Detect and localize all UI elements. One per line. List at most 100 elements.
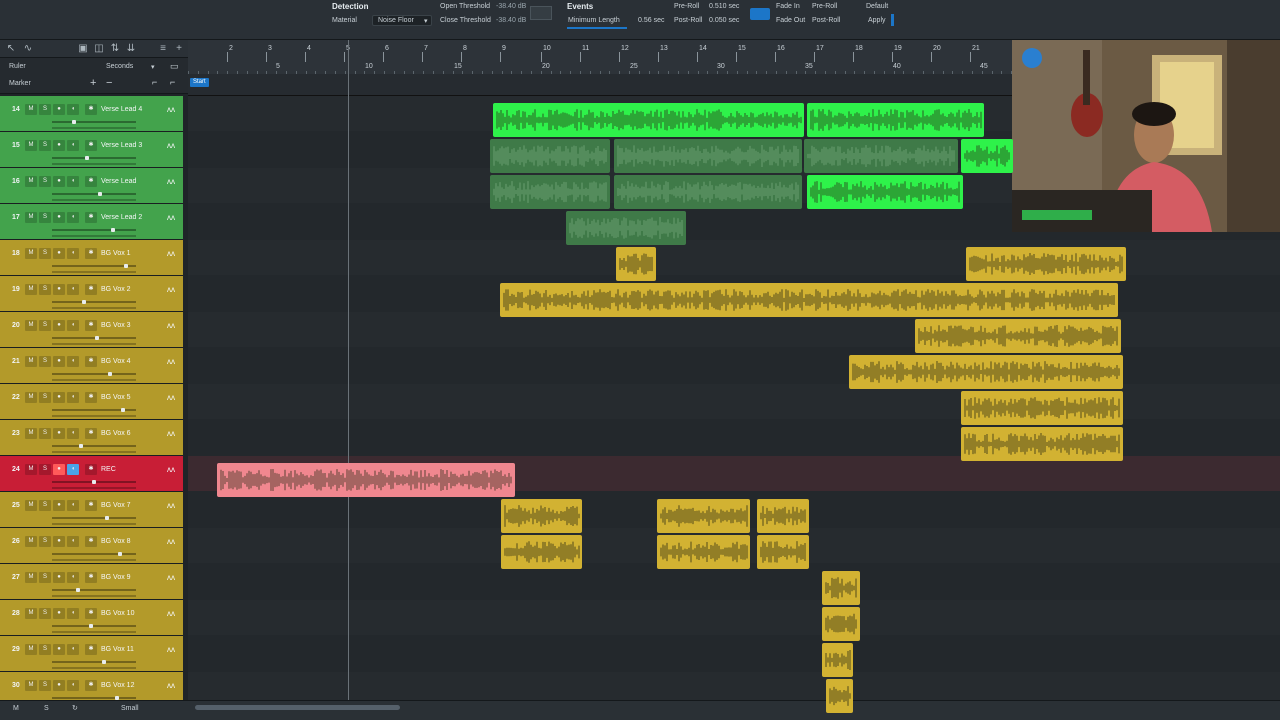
track-lane[interactable]: [188, 672, 1280, 700]
record-arm-button[interactable]: ●: [53, 536, 65, 547]
solo-button[interactable]: S: [39, 248, 51, 259]
audio-clip[interactable]: [500, 283, 1118, 317]
track-name[interactable]: Verse Lead 4: [101, 106, 142, 113]
volume-knob[interactable]: [111, 228, 115, 232]
audio-clip[interactable]: [616, 247, 656, 281]
mute-button[interactable]: M: [25, 248, 37, 259]
volume-slider[interactable]: [52, 588, 136, 592]
close-threshold-value[interactable]: -38.40 dB: [496, 17, 526, 24]
menu-icon[interactable]: ≡: [157, 43, 169, 55]
track-lane[interactable]: [188, 564, 1280, 600]
start-marker[interactable]: Start: [190, 78, 209, 87]
solo-button[interactable]: S: [39, 392, 51, 403]
link-rolls-button[interactable]: [750, 8, 770, 20]
track-header[interactable]: 28 M S ● ◖ ✱ BG Vox 10 ʌʌ: [0, 600, 183, 636]
waveform-icon[interactable]: ʌʌ: [167, 357, 175, 366]
monitor-button[interactable]: ◖: [67, 536, 79, 547]
monitor-button[interactable]: ◖: [67, 428, 79, 439]
audio-clip[interactable]: [657, 535, 750, 569]
open-threshold-value[interactable]: -38.40 dB: [496, 3, 526, 10]
audio-clip[interactable]: [614, 139, 802, 173]
track-name[interactable]: BG Vox 9: [101, 574, 131, 581]
volume-slider[interactable]: [52, 120, 136, 124]
apply-button[interactable]: Apply: [868, 17, 886, 24]
volume-knob[interactable]: [121, 408, 125, 412]
volume-knob[interactable]: [89, 624, 93, 628]
solo-button[interactable]: S: [39, 536, 51, 547]
audio-clip[interactable]: [807, 103, 984, 137]
track-header[interactable]: 23 M S ● ◖ ✱ BG Vox 6 ʌʌ: [0, 420, 183, 456]
track-name[interactable]: Verse Lead 3: [101, 142, 142, 149]
track-name[interactable]: BG Vox 4: [101, 358, 131, 365]
automation-icon[interactable]: ✱: [85, 500, 97, 511]
solo-button[interactable]: S: [39, 500, 51, 511]
track-name[interactable]: BG Vox 2: [101, 286, 131, 293]
audio-clip[interactable]: [961, 139, 1013, 173]
audio-clip[interactable]: [493, 103, 804, 137]
monitor-button[interactable]: ◖: [67, 500, 79, 511]
pencil-tool-icon[interactable]: ∿: [22, 43, 34, 55]
add-track-icon[interactable]: +: [173, 43, 185, 55]
solo-button[interactable]: S: [39, 356, 51, 367]
automation-icon[interactable]: ✱: [85, 356, 97, 367]
preroll-value[interactable]: 0.510 sec: [709, 3, 739, 10]
fade-out-value[interactable]: Post-Roll: [812, 17, 840, 24]
volume-knob[interactable]: [108, 372, 112, 376]
min-length-value[interactable]: 0.56 sec: [638, 17, 664, 24]
volume-knob[interactable]: [79, 444, 83, 448]
pan-slider[interactable]: [52, 667, 136, 669]
record-arm-button[interactable]: ●: [53, 572, 65, 583]
automation-icon[interactable]: ✱: [85, 464, 97, 475]
monitor-button[interactable]: ◖: [67, 608, 79, 619]
waveform-icon[interactable]: ʌʌ: [167, 465, 175, 474]
solo-button[interactable]: S: [39, 284, 51, 295]
track-header[interactable]: 22 M S ● ◖ ✱ BG Vox 5 ʌʌ: [0, 384, 183, 420]
automation-icon[interactable]: ✱: [85, 284, 97, 295]
volume-knob[interactable]: [102, 660, 106, 664]
audio-clip[interactable]: [807, 175, 963, 209]
waveform-icon[interactable]: ʌʌ: [167, 393, 175, 402]
record-arm-button[interactable]: ●: [53, 464, 65, 475]
volume-knob[interactable]: [95, 336, 99, 340]
track-header[interactable]: 20 M S ● ◖ ✱ BG Vox 3 ʌʌ: [0, 312, 183, 348]
mute-button[interactable]: M: [25, 212, 37, 223]
track-header[interactable]: 27 M S ● ◖ ✱ BG Vox 9 ʌʌ: [0, 564, 183, 600]
automation-icon[interactable]: ✱: [85, 176, 97, 187]
track-header[interactable]: 24 M S ● ◖ ✱ REC ʌʌ: [0, 456, 183, 492]
track-name[interactable]: BG Vox 6: [101, 430, 131, 437]
audio-clip[interactable]: [822, 571, 860, 605]
record-arm-button[interactable]: ●: [53, 140, 65, 151]
track-lane[interactable]: [188, 600, 1280, 636]
automation-icon[interactable]: ✱: [85, 680, 97, 691]
track-header[interactable]: 15 M S ● ◖ ✱ Verse Lead 3 ʌʌ: [0, 132, 183, 168]
monitor-button[interactable]: ◖: [67, 104, 79, 115]
mute-button[interactable]: M: [25, 680, 37, 691]
volume-knob[interactable]: [118, 552, 122, 556]
record-arm-button[interactable]: ●: [53, 284, 65, 295]
audio-clip[interactable]: [490, 139, 610, 173]
monitor-button[interactable]: ◖: [67, 572, 79, 583]
automation-icon[interactable]: ✱: [85, 428, 97, 439]
mute-button[interactable]: M: [25, 500, 37, 511]
record-arm-button[interactable]: ●: [53, 356, 65, 367]
mute-button[interactable]: M: [25, 284, 37, 295]
expand-icon[interactable]: ⇅: [109, 43, 121, 55]
threshold-link-icon[interactable]: [530, 6, 552, 20]
track-header[interactable]: 30 M S ● ◖ ✱ BG Vox 12 ʌʌ: [0, 672, 183, 700]
track-height-select[interactable]: Small: [121, 705, 139, 712]
audio-clip[interactable]: [804, 139, 958, 173]
automation-icon[interactable]: ✱: [85, 644, 97, 655]
track-header[interactable]: 18 M S ● ◖ ✱ BG Vox 1 ʌʌ: [0, 240, 183, 276]
waveform-icon[interactable]: ʌʌ: [167, 681, 175, 690]
volume-slider[interactable]: [52, 192, 136, 196]
track-name[interactable]: BG Vox 1: [101, 250, 131, 257]
mute-button[interactable]: M: [25, 176, 37, 187]
track-lane[interactable]: [188, 636, 1280, 672]
volume-slider[interactable]: [52, 336, 136, 340]
volume-slider[interactable]: [52, 696, 136, 700]
audio-clip[interactable]: [501, 535, 582, 569]
record-arm-button[interactable]: ●: [53, 176, 65, 187]
volume-slider[interactable]: [52, 300, 136, 304]
record-arm-button[interactable]: ●: [53, 608, 65, 619]
volume-knob[interactable]: [98, 192, 102, 196]
